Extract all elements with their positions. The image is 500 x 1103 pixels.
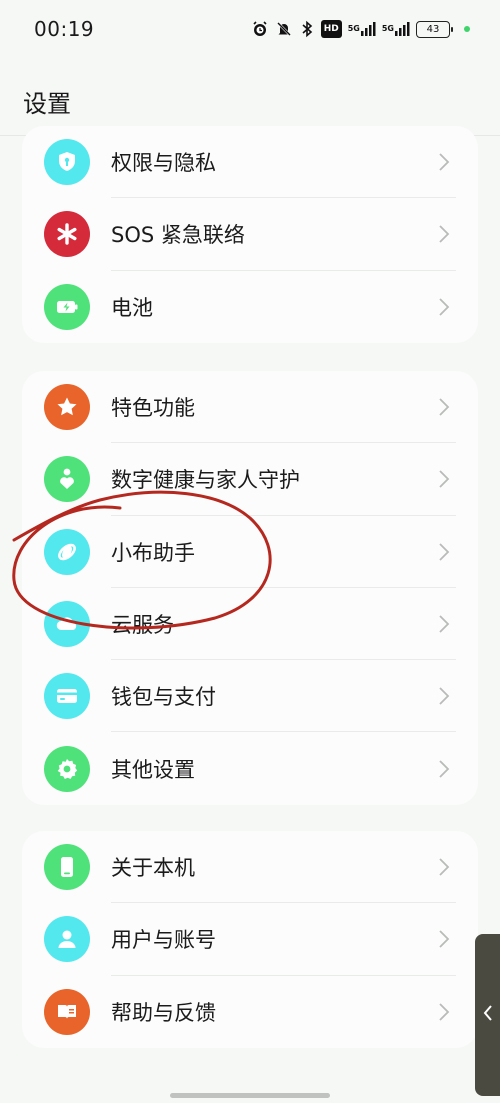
settings-item-label: 电池 bbox=[111, 295, 153, 320]
heart-person-icon bbox=[44, 456, 90, 503]
chevron-left-icon bbox=[483, 1004, 493, 1026]
settings-item-battery[interactable]: 电池 bbox=[22, 271, 478, 343]
settings-item-label: 钱包与支付 bbox=[111, 685, 216, 710]
settings-item-label: 其他设置 bbox=[111, 757, 195, 782]
chevron-right-icon bbox=[438, 468, 452, 490]
settings-item-digital-health[interactable]: 数字健康与家人守护 bbox=[22, 443, 478, 516]
chevron-right-icon bbox=[438, 928, 452, 950]
chevron-right-icon bbox=[438, 296, 452, 318]
chevron-right-icon bbox=[438, 758, 452, 780]
settings-item-breeno[interactable]: 小布助手 bbox=[22, 516, 478, 588]
alarm-icon bbox=[251, 20, 269, 38]
asterisk-icon bbox=[44, 211, 90, 258]
breeno-icon bbox=[44, 528, 90, 575]
settings-group-3: 关于本机 用户与账号 帮助与反馈 bbox=[22, 831, 478, 1048]
chevron-right-icon bbox=[438, 541, 452, 563]
hd-badge: HD bbox=[320, 20, 342, 38]
signal-icon-2: 5G bbox=[382, 20, 410, 38]
settings-item-label: SOS 紧急联络 bbox=[111, 223, 245, 248]
home-indicator[interactable] bbox=[170, 1093, 330, 1098]
settings-group-1: 权限与隐私 SOS 紧急联络 电池 bbox=[22, 126, 478, 343]
wallet-icon bbox=[44, 673, 90, 720]
chevron-right-icon bbox=[438, 856, 452, 878]
signal-icon-1: 5G bbox=[348, 20, 376, 38]
battery-icon bbox=[44, 283, 90, 330]
settings-item-label: 关于本机 bbox=[111, 856, 195, 881]
chevron-right-icon bbox=[438, 613, 452, 635]
status-bar: 00:19 HD 5G 5G 43 bbox=[0, 0, 500, 58]
privacy-dot bbox=[464, 26, 470, 32]
settings-item-label: 小布助手 bbox=[111, 540, 195, 565]
settings-group-2: 特色功能 数字健康与家人守护 小布助手 云服务 钱包与支付 其他设置 bbox=[22, 371, 478, 805]
settings-item-privacy[interactable]: 权限与隐私 bbox=[22, 126, 478, 199]
shield-icon bbox=[44, 139, 90, 186]
settings-item-help-feedback[interactable]: 帮助与反馈 bbox=[22, 976, 478, 1048]
settings-item-label: 权限与隐私 bbox=[111, 151, 216, 176]
settings-item-users-accounts[interactable]: 用户与账号 bbox=[22, 903, 478, 976]
settings-item-label: 帮助与反馈 bbox=[111, 1000, 216, 1025]
gear-icon bbox=[44, 745, 90, 792]
book-icon bbox=[44, 988, 90, 1035]
settings-item-label: 特色功能 bbox=[111, 396, 195, 421]
chevron-right-icon bbox=[438, 685, 452, 707]
settings-item-label: 云服务 bbox=[111, 613, 174, 638]
cloud-icon bbox=[44, 601, 90, 648]
star-icon bbox=[44, 384, 90, 431]
status-icons: HD 5G 5G 43 bbox=[251, 20, 470, 38]
settings-item-label: 数字健康与家人守护 bbox=[111, 468, 300, 493]
battery-indicator: 43 bbox=[416, 20, 453, 38]
side-panel-handle[interactable] bbox=[475, 934, 500, 1096]
settings-item-about-phone[interactable]: 关于本机 bbox=[22, 831, 478, 904]
chevron-right-icon bbox=[438, 1001, 452, 1023]
mute-bell-icon bbox=[275, 20, 293, 38]
settings-item-label: 用户与账号 bbox=[111, 928, 216, 953]
bluetooth-icon bbox=[299, 20, 315, 38]
chevron-right-icon bbox=[438, 396, 452, 418]
phone-icon bbox=[44, 844, 90, 891]
chevron-right-icon bbox=[438, 223, 452, 245]
chevron-right-icon bbox=[438, 151, 452, 173]
settings-item-other[interactable]: 其他设置 bbox=[22, 732, 478, 804]
page-title: 设置 bbox=[23, 90, 71, 118]
settings-item-cloud[interactable]: 云服务 bbox=[22, 588, 478, 661]
settings-item-wallet[interactable]: 钱包与支付 bbox=[22, 660, 478, 733]
settings-item-sos[interactable]: SOS 紧急联络 bbox=[22, 198, 478, 271]
status-time: 00:19 bbox=[34, 17, 95, 41]
user-icon bbox=[44, 916, 90, 963]
settings-item-features[interactable]: 特色功能 bbox=[22, 371, 478, 444]
